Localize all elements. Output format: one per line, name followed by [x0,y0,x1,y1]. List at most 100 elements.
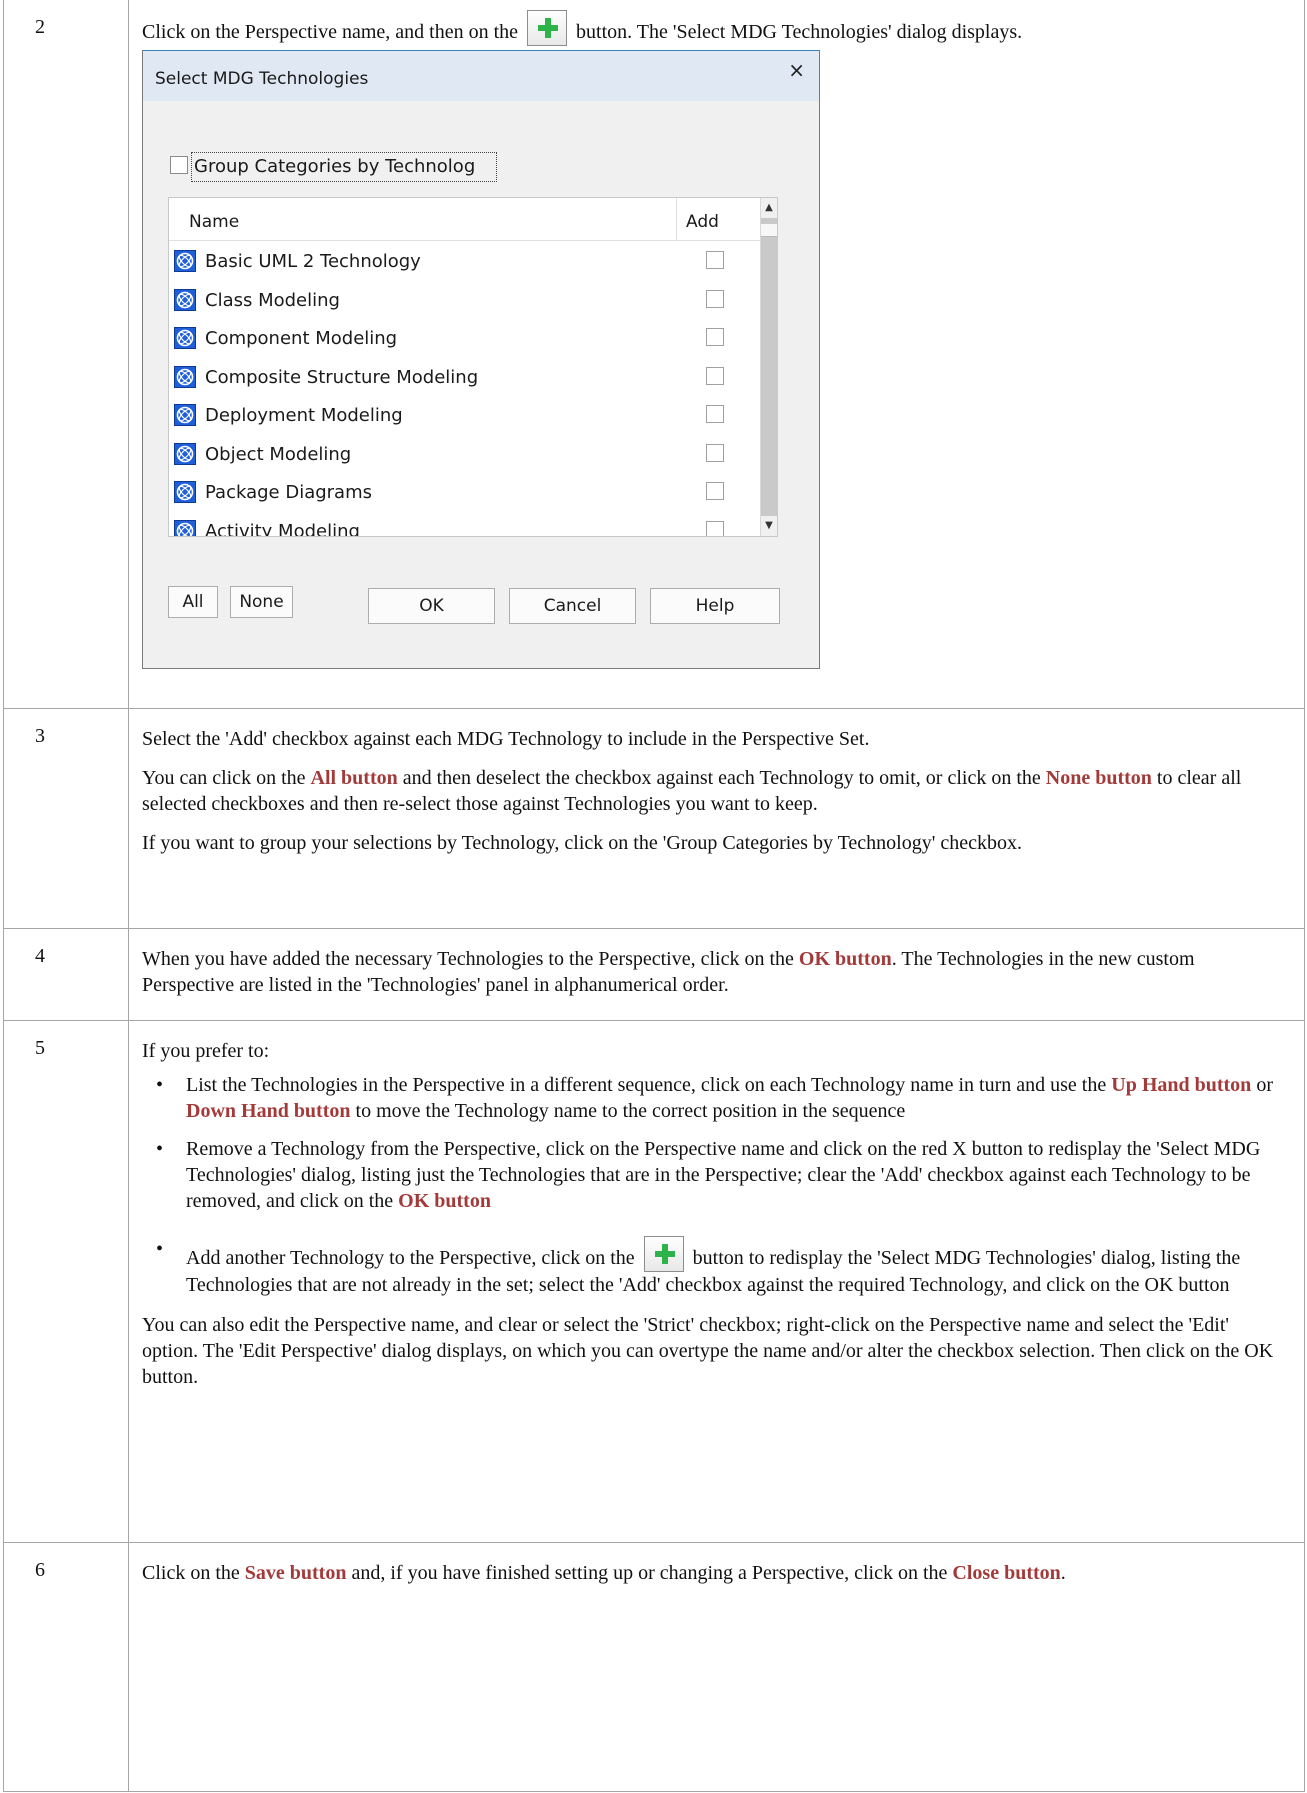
column-divider [676,198,677,240]
technology-name: Package Diagrams [205,482,372,503]
technology-name: Object Modeling [205,443,352,465]
step-text: You can click on the [142,766,306,789]
add-checkbox[interactable] [706,289,724,308]
vertical-scrollbar[interactable]: ▲ ▼ [760,198,777,536]
mdg-technology-icon [174,404,196,426]
list-item[interactable]: Activity Modeling [169,513,761,537]
column-header-name[interactable]: Name [189,209,239,235]
bullet-item: Remove a Technology from the Perspective… [142,1136,1284,1214]
step-text: . [1060,1561,1066,1584]
dialog-title: Select MDG Technologies [155,69,369,89]
step-text: List the Technologies in the Perspective… [186,1073,1107,1096]
cancel-button[interactable]: Cancel [509,588,636,624]
step-paragraph: Select the 'Add' checkbox against each M… [142,727,870,750]
mdg-technology-icon [174,481,196,503]
add-checkbox[interactable] [706,520,724,536]
step-text: to move the Technology name to the corre… [355,1099,906,1122]
step-text: Click on the Perspective name, and then … [142,21,519,43]
green-plus-icon [654,1243,675,1264]
add-button-image [527,10,568,46]
all-button[interactable]: All [168,586,218,618]
add-checkbox[interactable] [706,328,724,346]
step-paragraph: You can also edit the Perspective name, … [142,1313,1274,1388]
technology-name: Composite Structure Modeling [205,366,479,388]
bullet-item: List the Technologies in the Perspective… [142,1072,1284,1124]
none-button[interactable]: None [230,586,293,618]
step-content: Click on the Perspective name, and then … [128,0,1305,709]
step-paragraph: If you prefer to: [142,1039,270,1062]
ok-button[interactable]: OK [368,588,495,624]
none-button-ref: None button [1045,766,1152,789]
step-number: 2 [3,0,129,709]
list-item[interactable]: Composite Structure Modeling [169,359,761,398]
help-button[interactable]: Help [650,588,780,624]
step-text: Click on the [142,1561,240,1584]
list-item[interactable]: Deployment Modeling [169,397,761,436]
step-paragraph: If you want to group your selections by … [142,831,1022,854]
step-text: Add another Technology to the Perspectiv… [186,1246,635,1269]
technology-name: Deployment Modeling [205,405,403,426]
add-checkbox[interactable] [706,443,724,462]
step-content: When you have added the necessary Techno… [128,927,1305,1021]
steps-table: 2 Click on the Perspective name, and the… [3,0,1305,1792]
step-number: 4 [3,927,129,1021]
add-checkbox[interactable] [706,482,724,500]
group-categories-checkbox[interactable] [170,156,188,174]
close-icon[interactable]: × [788,57,805,83]
scroll-up-icon[interactable]: ▲ [761,198,777,218]
save-button-ref: Save button [244,1561,347,1584]
mdg-technology-icon [174,327,196,349]
scroll-thumb[interactable] [761,224,777,237]
scroll-down-icon[interactable]: ▼ [761,516,777,536]
technology-name: Activity Modeling [205,520,360,537]
step-row-5: 5 If you prefer to: List the Technologie… [3,1019,1305,1543]
mdg-technology-icon [174,365,196,388]
add-checkbox[interactable] [706,251,724,269]
add-button-image [643,1235,684,1272]
column-header-add[interactable]: Add [686,209,719,235]
technology-list: Name Add Basic UML 2 Technology Class Mod… [168,197,778,537]
step-text: button. The 'Select MDG Technologies' di… [576,21,1023,43]
down-hand-button-ref: Down Hand button [186,1099,351,1122]
step-number: 6 [3,1541,129,1792]
technology-name: Class Modeling [205,289,340,311]
list-item[interactable]: Basic UML 2 Technology [169,243,761,282]
step-content: If you prefer to: List the Technologies … [128,1019,1305,1543]
ok-button-ref: OK button [398,1189,491,1212]
step-row-3: 3 Select the 'Add' checkbox against each… [3,707,1305,929]
mdg-technology-icon [174,442,196,465]
group-categories-label[interactable]: Group Categories by Technolog [191,152,497,182]
step-content: Select the 'Add' checkbox against each M… [128,707,1305,929]
step-paragraph: Click on the Save button and, if you hav… [142,1560,1284,1586]
step-number: 5 [3,1019,129,1543]
up-hand-button-ref: Up Hand button [1111,1073,1252,1096]
list-item[interactable]: Object Modeling [169,436,761,475]
technology-name: Component Modeling [205,328,398,349]
step-row-6: 6 Click on the Save button and, if you h… [3,1541,1305,1792]
step-text: When you have added the necessary Techno… [142,947,794,970]
step-paragraph: You can click on the All button and then… [142,765,1284,817]
list-item[interactable]: Class Modeling [169,282,761,321]
step-text: or [1256,1073,1273,1096]
dialog-title-bar: Select MDG Technologies × [143,50,819,101]
step-row-2: 2 Click on the Perspective name, and the… [3,0,1305,709]
list-item[interactable]: Component Modeling [169,320,761,359]
step-paragraph: When you have added the necessary Techno… [142,946,1284,998]
technology-rows: Basic UML 2 Technology Class Modeling Comp… [169,243,761,536]
ok-button-ref: OK button [798,947,892,970]
list-item[interactable]: Package Diagrams [169,474,761,513]
technology-name: Basic UML 2 Technology [205,251,421,272]
step-content: Click on the Save button and, if you hav… [128,1541,1305,1792]
step-row-4: 4 When you have added the necessary Tech… [3,927,1305,1021]
select-mdg-technologies-dialog: Select MDG Technologies × Group Categori… [142,50,820,669]
mdg-technology-icon [174,288,196,311]
step-text: Remove a Technology from the Perspective… [186,1137,1261,1212]
add-checkbox[interactable] [706,366,724,385]
bullet-item: Add another Technology to the Perspectiv… [142,1235,1284,1298]
close-button-ref: Close button [952,1561,1061,1584]
green-plus-icon [538,18,559,38]
mdg-technology-icon [174,519,196,536]
step-text: and then deselect the checkbox against e… [402,766,1041,789]
add-checkbox[interactable] [706,405,724,423]
list-header: Name Add [169,198,761,241]
